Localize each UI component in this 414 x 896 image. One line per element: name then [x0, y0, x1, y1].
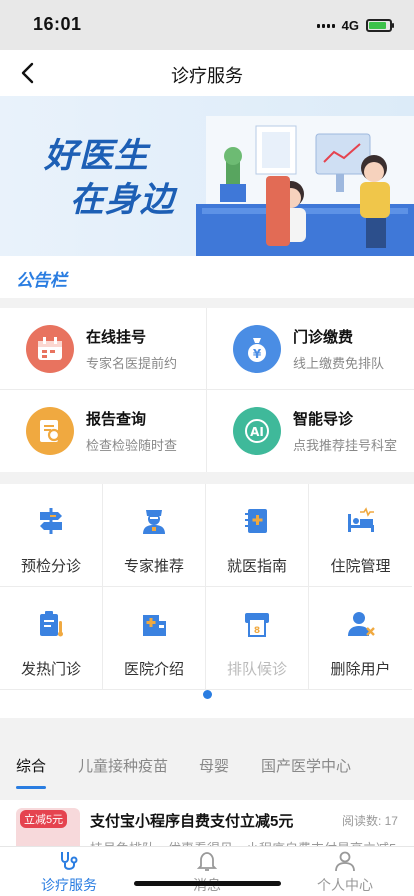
page-title: 诊疗服务: [171, 66, 243, 86]
service-title: 智能导诊: [293, 410, 354, 428]
tabbar-messages[interactable]: 消息: [138, 849, 276, 895]
notice-bar[interactable]: 公告栏: [0, 256, 414, 298]
func-label: 专家推荐: [123, 558, 184, 575]
tabbar-services[interactable]: 诊疗服务: [0, 849, 138, 895]
status-icons: 4G: [316, 18, 394, 33]
func-medical-guide[interactable]: 就医指南: [206, 484, 309, 587]
nav-bar: 诊疗服务: [0, 50, 414, 96]
divider: [0, 389, 414, 390]
service-title: 门诊缴费: [293, 328, 354, 346]
func-label: 发热门诊: [20, 661, 81, 678]
discount-badge: 立减5元: [20, 810, 68, 828]
service-subtitle: 检查检验随时查: [86, 437, 178, 453]
service-report-query[interactable]: 报告查询 检查检验随时查: [0, 390, 206, 471]
func-label: 就医指南: [226, 558, 287, 575]
tab-medical-center[interactable]: 国产医学中心: [261, 755, 351, 776]
func-label: 排队候诊: [226, 661, 287, 678]
func-queue-waiting[interactable]: 8 排队候诊: [206, 587, 309, 690]
doctor-icon: [143, 510, 165, 534]
service-online-registration[interactable]: 在线挂号 专家名医提前约: [0, 308, 206, 389]
status-time: 16:01: [33, 14, 82, 34]
bell-icon: [196, 852, 218, 871]
service-subtitle: 专家名医提前约: [86, 355, 178, 371]
primary-services: 在线挂号 专家名医提前约 ¥ 门诊缴费 线上缴费免排队 报告查询 检查检验随时查…: [0, 308, 414, 472]
ai-icon: AI: [233, 406, 281, 455]
tabbar-label: 个人中心: [317, 877, 373, 893]
user-remove-icon: [347, 612, 375, 636]
tabbar-profile[interactable]: 个人中心: [276, 849, 414, 895]
battery-icon: [366, 19, 394, 32]
func-fever-clinic[interactable]: 发热门诊: [0, 587, 103, 690]
network-label: 4G: [341, 18, 359, 33]
signpost-icon: [40, 508, 62, 534]
func-delete-user[interactable]: 删除用户: [309, 587, 412, 690]
func-pre-triage[interactable]: 预检分诊: [0, 484, 103, 587]
service-subtitle: 点我推荐挂号科室: [293, 437, 398, 453]
signal-icon: [316, 23, 335, 28]
status-bar: 16:01 4G: [0, 0, 414, 50]
service-smart-guide[interactable]: AI 智能导诊 点我推荐挂号科室: [207, 390, 413, 471]
article-title: 支付宝小程序自费支付立减5元: [90, 813, 294, 830]
service-outpatient-payment[interactable]: ¥ 门诊缴费 线上缴费免排队: [207, 308, 413, 389]
func-label: 医院介绍: [123, 661, 184, 678]
func-inpatient-management[interactable]: 住院管理: [309, 484, 412, 587]
queue-ticket-icon: 8: [245, 613, 269, 637]
user-icon: [335, 851, 355, 872]
read-count: 阅读数: 17: [341, 814, 398, 828]
banner-line-2: 在身边: [70, 181, 175, 219]
tab-general[interactable]: 综合: [16, 755, 46, 776]
thermometer-clipboard-icon: [40, 611, 63, 637]
banner-line-1: 好医生: [44, 137, 149, 175]
func-label: 预检分诊: [20, 558, 81, 575]
service-title: 在线挂号: [86, 328, 147, 346]
stethoscope-icon: [61, 852, 78, 870]
svg-text:¥: ¥: [253, 347, 262, 361]
func-label: 住院管理: [330, 558, 391, 575]
notice-title: 公告栏: [16, 271, 67, 290]
divider: [206, 308, 207, 472]
func-expert-recommend[interactable]: 专家推荐: [103, 484, 206, 587]
report-search-icon: [26, 406, 74, 455]
banner[interactable]: 好医生 在身边: [0, 96, 414, 256]
tab-maternal-infant[interactable]: 母婴: [199, 755, 229, 776]
home-indicator: [134, 881, 281, 886]
calendar-icon: [26, 324, 74, 373]
page-dot-active: [202, 690, 212, 699]
doctor-consultation-illustration: [196, 116, 414, 256]
func-hospital-intro[interactable]: 医院介绍: [103, 587, 206, 690]
hospital-bed-icon: [347, 507, 374, 532]
svg-text:8: 8: [254, 626, 260, 636]
article-item[interactable]: 立减5元 支付宝小程序自费支付立减5元 阅读数: 17 挂号免排队，优惠看得见，…: [0, 800, 414, 850]
tabbar-label: 诊疗服务: [41, 877, 97, 893]
svg-text:AI: AI: [250, 425, 264, 439]
function-grid: 预检分诊 专家推荐 就医指南 住院管理 发热门诊 医院介绍 8 排队候诊 删除用…: [0, 484, 414, 718]
service-title: 报告查询: [86, 410, 147, 428]
service-subtitle: 线上缴费免排队: [293, 355, 385, 371]
tab-child-vaccination[interactable]: 儿童接种疫苗: [78, 755, 168, 776]
hospital-building-icon: [143, 615, 166, 636]
guide-book-icon: [245, 509, 267, 533]
page-indicator: [0, 690, 414, 699]
money-bag-icon: ¥: [233, 324, 281, 373]
banner-slogan: 好医生 在身边: [44, 134, 175, 222]
func-label: 删除用户: [330, 661, 391, 678]
news-tabs: 综合 儿童接种疫苗 母婴 国产医学中心: [0, 742, 414, 790]
tab-underline: [16, 786, 46, 789]
bottom-tab-bar: 诊疗服务 消息 个人中心: [0, 846, 414, 896]
